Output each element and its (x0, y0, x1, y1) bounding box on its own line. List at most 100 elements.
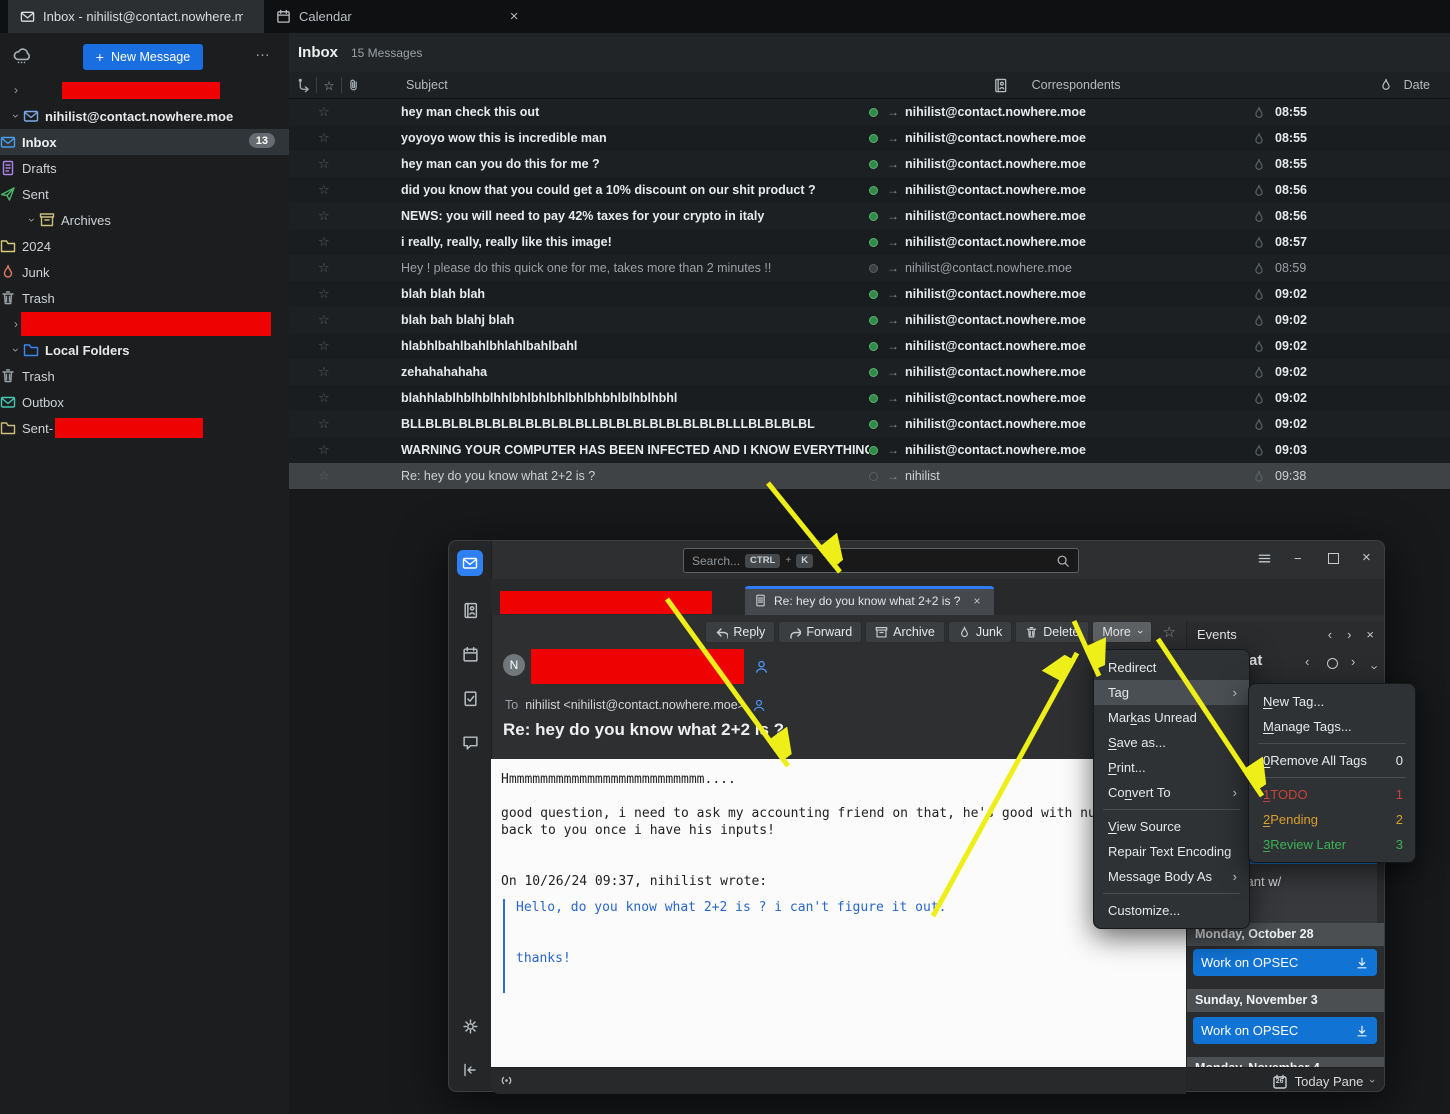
sidebar-account-redacted[interactable]: › (0, 77, 289, 103)
unread-indicator[interactable] (869, 186, 878, 195)
message-row[interactable]: ☆ hey man check this out → nihilist@cont… (289, 99, 1450, 125)
sidebar-item-drafts[interactable]: Drafts (0, 155, 289, 181)
folder-pane-options-icon[interactable]: … (255, 43, 271, 60)
delete-button[interactable]: Delete (1015, 621, 1089, 643)
star-icon[interactable]: ☆ (318, 442, 332, 458)
junk-toggle-icon[interactable] (1252, 131, 1266, 145)
maximize-icon[interactable] (1328, 553, 1339, 564)
activity-radio-icon[interactable] (499, 1073, 514, 1088)
chevron-down-icon[interactable]: › (1368, 665, 1383, 669)
menu-item[interactable]: View Source › (1094, 814, 1249, 839)
star-column-icon[interactable]: ☆ (321, 78, 337, 93)
star-icon[interactable]: ☆ (318, 390, 332, 406)
star-icon[interactable]: ☆ (318, 260, 332, 276)
message-row[interactable]: ☆ blahhlablhblhblhhlbhlbhlbhlbhlbhbhlblh… (289, 385, 1450, 411)
space-addressbook-icon[interactable] (457, 597, 483, 623)
junk-toggle-icon[interactable] (1252, 235, 1266, 249)
space-tasks-icon[interactable] (457, 685, 483, 711)
junk-toggle-icon[interactable] (1252, 261, 1266, 275)
app-menu-icon[interactable] (1257, 551, 1272, 566)
unread-indicator[interactable] (869, 368, 878, 377)
minimize-icon[interactable]: − (1294, 551, 1302, 566)
menu-item[interactable]: Manage Tags... › (1249, 714, 1415, 739)
star-icon[interactable]: ☆ (318, 234, 332, 250)
message-row[interactable]: ☆ blah blah blah → nihilist@contact.nowh… (289, 281, 1450, 307)
message-tab[interactable]: Re: hey do you know what 2+2 is ? × (745, 586, 994, 615)
today-icon[interactable] (1327, 658, 1338, 669)
unread-indicator[interactable] (869, 420, 878, 429)
space-mail-icon[interactable] (457, 550, 483, 576)
unread-indicator[interactable] (869, 394, 878, 403)
spaces-icon[interactable] (12, 47, 31, 66)
new-message-button[interactable]: +New Message (83, 44, 203, 70)
junk-column-icon[interactable] (1379, 78, 1393, 92)
menu-item[interactable]: 2 Pending 2 › (1249, 807, 1415, 832)
forward-button[interactable]: Forward (778, 621, 862, 643)
thread-column-icon[interactable] (296, 78, 312, 93)
message-row[interactable]: ☆ blah bah blahj blah → nihilist@contact… (289, 307, 1450, 333)
unread-indicator[interactable] (869, 264, 878, 273)
unread-indicator[interactable] (869, 160, 878, 169)
star-icon[interactable]: ☆ (318, 208, 332, 224)
star-icon[interactable]: ☆ (318, 364, 332, 380)
sidebar-local-folders[interactable]: › Local Folders (0, 337, 289, 363)
event-item[interactable]: Work on OPSEC (1193, 1017, 1377, 1044)
junk-toggle-icon[interactable] (1252, 157, 1266, 171)
star-icon[interactable]: ☆ (318, 104, 332, 120)
contact-person-icon[interactable] (754, 659, 769, 674)
attachment-column-icon[interactable] (346, 78, 362, 92)
message-row[interactable]: ☆ WARNING YOUR COMPUTER HAS BEEN INFECTE… (289, 437, 1450, 463)
star-icon[interactable]: ☆ (318, 468, 332, 484)
star-message-icon[interactable]: ☆ (1163, 623, 1176, 641)
tab-inbox[interactable]: Inbox - nihilist@contact.nowhere.mo (8, 0, 264, 33)
chevron-down-icon[interactable]: › (9, 109, 23, 123)
sidebar-item-junk[interactable]: Junk (0, 259, 289, 285)
unread-indicator[interactable] (869, 446, 878, 455)
chevron-down-icon[interactable]: › (9, 343, 23, 357)
menu-item[interactable]: Save as... › (1094, 730, 1249, 755)
junk-toggle-icon[interactable] (1252, 365, 1266, 379)
correspondents-column-icon[interactable] (993, 78, 1008, 93)
chevron-right-icon[interactable]: › (9, 83, 23, 97)
space-calendar-icon[interactable] (457, 641, 483, 667)
menu-item[interactable]: Customize... › (1094, 898, 1249, 923)
star-icon[interactable]: ☆ (318, 130, 332, 146)
column-date[interactable]: Date (1404, 78, 1430, 92)
close-icon[interactable]: × (1362, 549, 1371, 566)
sidebar-item-sent[interactable]: Sent (0, 181, 289, 207)
junk-toggle-icon[interactable] (1252, 287, 1266, 301)
menu-item[interactable]: Print... › (1094, 755, 1249, 780)
junk-toggle-icon[interactable] (1252, 209, 1266, 223)
column-subject[interactable]: Subject (406, 78, 448, 92)
contact-person-icon[interactable] (752, 698, 766, 712)
space-chat-icon[interactable] (457, 729, 483, 755)
message-row[interactable]: ☆ hlabhlbahlbahlbhlahlbahlbahl → nihilis… (289, 333, 1450, 359)
sidebar-item-archives[interactable]: › Archives (0, 207, 289, 233)
star-icon[interactable]: ☆ (318, 312, 332, 328)
junk-button[interactable]: Junk (948, 621, 1012, 643)
star-icon[interactable]: ☆ (318, 338, 332, 354)
menu-item[interactable]: Redirect › (1094, 655, 1249, 680)
tab-close-icon[interactable]: × (973, 594, 980, 608)
message-row[interactable]: ☆ zehahahahaha → nihilist@contact.nowher… (289, 359, 1450, 385)
junk-toggle-icon[interactable] (1252, 105, 1266, 119)
star-icon[interactable]: ☆ (318, 156, 332, 172)
sidebar-item-inbox[interactable]: Inbox 13 (0, 129, 289, 155)
events-close-icon[interactable]: × (1366, 627, 1374, 642)
unread-indicator[interactable] (869, 290, 878, 299)
sidebar-item-sent-redacted[interactable]: Sent- (0, 415, 289, 441)
menu-item[interactable]: 1 TODO 1 › (1249, 782, 1415, 807)
event-item[interactable]: Work on OPSEC (1193, 949, 1377, 976)
star-icon[interactable]: ☆ (318, 286, 332, 302)
message-row[interactable]: ☆ Hey ! please do this quick one for me,… (289, 255, 1450, 281)
search-input[interactable]: Search... CTRL + K (683, 548, 1079, 573)
chevron-down-icon[interactable]: › (25, 213, 39, 227)
today-pane-bar[interactable]: 26 Today Pane › (1187, 1067, 1384, 1091)
archive-button[interactable]: Archive (865, 621, 945, 643)
sidebar-item-outbox[interactable]: Outbox (0, 389, 289, 415)
unread-indicator[interactable] (869, 134, 878, 143)
collapse-spaces-icon[interactable] (457, 1057, 483, 1083)
unread-indicator[interactable] (869, 212, 878, 221)
menu-item[interactable]: 0 Remove All Tags 0 › (1249, 748, 1415, 773)
unread-indicator[interactable] (869, 238, 878, 247)
